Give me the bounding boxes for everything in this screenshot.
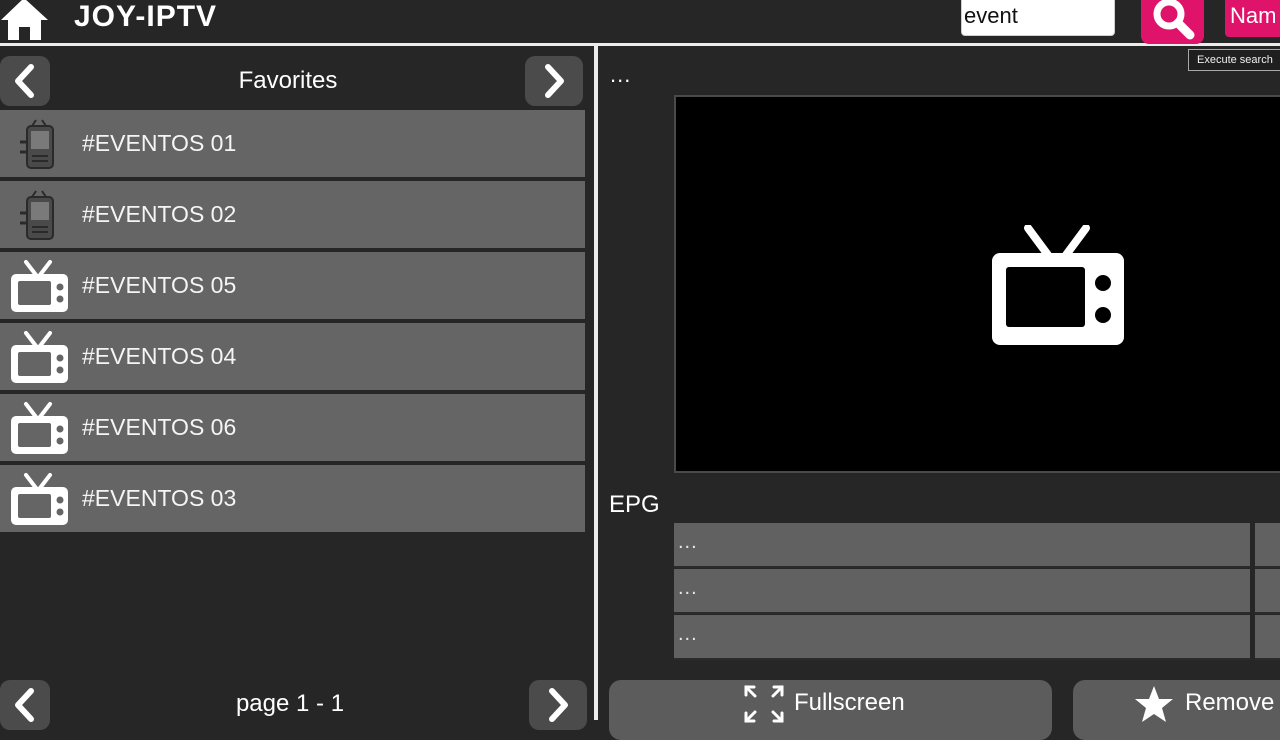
channel-label: #EVENTOS 01 [82,130,237,156]
search-input[interactable] [961,0,1115,36]
channel-label: #EVENTOS 06 [82,414,237,440]
epg-row[interactable]: ... [674,523,1280,568]
page-next-button[interactable] [529,680,587,730]
channel-item[interactable]: #EVENTOS 03 [0,465,585,532]
tv-icon [990,224,1126,352]
favorites-prev-button[interactable] [0,56,50,106]
remove-label: Remove [1185,689,1275,716]
home-icon[interactable] [0,0,50,42]
channel-item[interactable]: #EVENTOS 04 [0,323,585,390]
channel-label: #EVENTOS 02 [82,201,237,227]
name-sort-button[interactable]: Nam [1225,0,1280,37]
chevron-right-icon [549,688,568,722]
epg-row-text: ... [678,623,698,645]
tv-icon [8,329,70,385]
channel-label: #EVENTOS 05 [82,272,237,298]
player-title: ... [610,62,632,87]
search-icon [1153,0,1194,40]
channel-item[interactable]: #EVENTOS 01 [0,110,585,177]
fullscreen-button[interactable]: Fullscreen [609,680,1052,740]
favorites-next-button[interactable] [525,56,583,106]
remove-favorite-button[interactable]: Remove [1073,680,1280,740]
epg-row[interactable]: ... [674,615,1280,660]
epg-separator [1250,523,1255,568]
channel-logo-icon [8,116,70,172]
tv-icon [8,400,70,456]
search-button[interactable] [1141,0,1204,44]
epg-row-text: ... [678,531,698,553]
channel-logo-icon [8,187,70,243]
panel-divider [594,46,598,720]
star-icon [1133,684,1175,729]
chevron-left-icon [15,688,34,722]
epg-label: EPG [609,491,660,518]
favorites-title: Favorites [238,67,338,94]
channel-item[interactable]: #EVENTOS 06 [0,394,585,461]
search-tooltip: Execute search [1188,49,1280,71]
channel-item[interactable]: #EVENTOS 02 [0,181,585,248]
app-title: JOY-IPTV [74,0,218,33]
video-player[interactable] [674,95,1280,473]
chevron-left-icon [15,64,34,98]
page-indicator: page 1 - 1 [235,690,345,717]
channel-item[interactable]: #EVENTOS 05 [0,252,585,319]
tv-icon [8,471,70,527]
header-bar: JOY-IPTV Nam [0,0,1280,46]
epg-separator [1250,615,1255,660]
fullscreen-label: Fullscreen [794,689,905,716]
channel-label: #EVENTOS 04 [82,343,237,369]
page-prev-button[interactable] [0,680,50,730]
epg-row-text: ... [678,577,698,599]
tv-icon [8,258,70,314]
epg-row[interactable]: ... [674,569,1280,614]
epg-separator [1250,569,1255,614]
channel-label: #EVENTOS 03 [82,485,237,511]
expand-icon [744,685,784,728]
chevron-right-icon [545,64,564,98]
